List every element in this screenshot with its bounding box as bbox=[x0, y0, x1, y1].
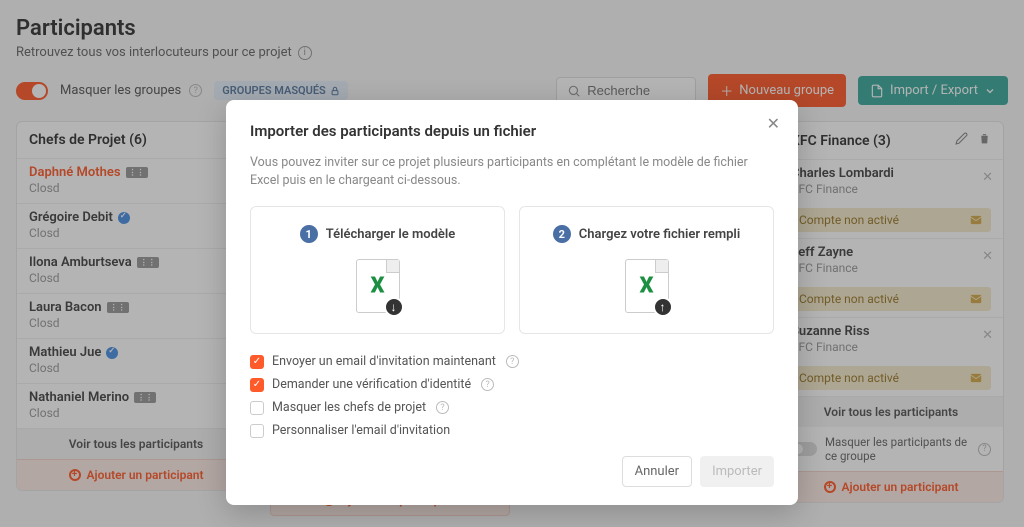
step-number-1: 1 bbox=[300, 225, 318, 243]
step-1-label: Télécharger le modèle bbox=[326, 227, 456, 242]
excel-upload-icon: X ↑ bbox=[625, 259, 669, 313]
upload-file-card[interactable]: 2 Chargez votre fichier rempli X ↑ bbox=[519, 206, 774, 334]
import-modal: ✕ Importer des participants depuis un fi… bbox=[226, 100, 798, 505]
checkbox[interactable] bbox=[250, 401, 264, 415]
modal-option-label: Masquer les chefs de projet bbox=[272, 400, 426, 415]
modal-description: Vous pouvez inviter sur ce projet plusie… bbox=[250, 154, 774, 190]
import-button[interactable]: Importer bbox=[700, 456, 774, 487]
checkbox[interactable] bbox=[250, 424, 264, 438]
modal-option-row[interactable]: Masquer les chefs de projet? bbox=[250, 400, 774, 415]
checkbox[interactable]: ✓ bbox=[250, 355, 264, 369]
modal-option-label: Envoyer un email d'invitation maintenant bbox=[272, 354, 496, 369]
modal-option-row[interactable]: ✓ Envoyer un email d'invitation maintenan… bbox=[250, 354, 774, 369]
help-icon[interactable]: ? bbox=[436, 401, 449, 414]
modal-option-row[interactable]: ✓ Demander une vérification d'identité? bbox=[250, 377, 774, 392]
modal-option-label: Personnaliser l'email d'invitation bbox=[272, 423, 450, 438]
modal-overlay: ✕ Importer des participants depuis un fi… bbox=[0, 0, 1024, 527]
excel-download-icon: X ↓ bbox=[356, 259, 400, 313]
cancel-button[interactable]: Annuler bbox=[622, 456, 692, 487]
step-number-2: 2 bbox=[553, 225, 571, 243]
help-icon[interactable]: ? bbox=[506, 355, 519, 368]
checkbox[interactable]: ✓ bbox=[250, 378, 264, 392]
help-icon[interactable]: ? bbox=[481, 378, 494, 391]
close-icon[interactable]: ✕ bbox=[767, 114, 780, 133]
modal-option-label: Demander une vérification d'identité bbox=[272, 377, 471, 392]
modal-title: Importer des participants depuis un fich… bbox=[250, 122, 774, 140]
modal-option-row[interactable]: Personnaliser l'email d'invitation bbox=[250, 423, 774, 438]
step-2-label: Chargez votre fichier rempli bbox=[579, 227, 740, 242]
download-template-card[interactable]: 1 Télécharger le modèle X ↓ bbox=[250, 206, 505, 334]
